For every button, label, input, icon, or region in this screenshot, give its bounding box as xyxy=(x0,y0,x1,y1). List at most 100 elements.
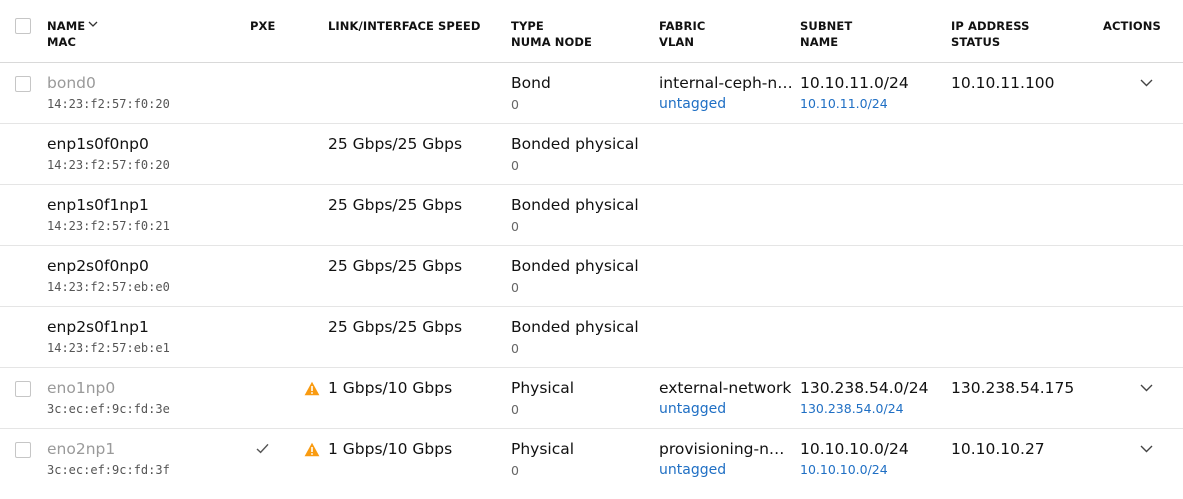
ip-address: 10.10.11.100 xyxy=(951,74,1055,92)
speed-cell: 25 Gbps/25 Gbps xyxy=(328,195,503,215)
ip-cell: 10.10.11.100 xyxy=(951,73,1096,93)
interface-type: Bonded physical xyxy=(511,196,639,214)
speed-cell: 25 Gbps/25 Gbps xyxy=(328,317,503,337)
speed-cell: 25 Gbps/25 Gbps xyxy=(328,256,503,276)
mac-address: 14:23:f2:57:f0:21 xyxy=(47,219,170,233)
header-status: STATUS xyxy=(951,35,1001,49)
numa-node: 0 xyxy=(511,402,519,417)
interface-name: bond0 xyxy=(47,74,96,92)
header-ip-status: IP ADDRESS STATUS xyxy=(951,18,1096,50)
table-row: enp2s0f0np0 14:23:f2:57:eb:e0 25 Gbps/25… xyxy=(0,246,1183,307)
link-speed: 25 Gbps/25 Gbps xyxy=(328,257,463,275)
ip-cell: 130.238.54.175 xyxy=(951,378,1096,398)
subnet-name-link[interactable]: 10.10.11.0/24 xyxy=(800,95,945,113)
row-checkbox[interactable] xyxy=(15,76,31,92)
numa-node: 0 xyxy=(511,97,519,112)
mac-address: 3c:ec:ef:9c:fd:3f xyxy=(47,463,170,477)
fabric-name: internal-ceph-n… xyxy=(659,74,793,92)
interface-type: Bonded physical xyxy=(511,257,639,275)
vlan-link[interactable]: untagged xyxy=(659,461,794,479)
fabric-cell: internal-ceph-n… untagged xyxy=(659,73,794,113)
check-icon xyxy=(256,443,269,454)
interface-name: eno1np0 xyxy=(47,379,116,397)
speed-cell: 25 Gbps/25 Gbps xyxy=(328,134,503,154)
mac-address: 14:23:f2:57:f0:20 xyxy=(47,158,170,172)
numa-node: 0 xyxy=(511,219,519,234)
chevron-down-icon[interactable] xyxy=(1140,384,1153,392)
name-cell: enp2s0f1np1 14:23:f2:57:eb:e1 xyxy=(47,317,247,356)
table-row: enp2s0f1np1 14:23:f2:57:eb:e1 25 Gbps/25… xyxy=(0,307,1183,368)
warning-icon xyxy=(304,442,320,457)
link-speed: 25 Gbps/25 Gbps xyxy=(328,135,463,153)
interface-type: Bonded physical xyxy=(511,135,639,153)
table-row: eno2np1 3c:ec:ef:9c:fd:3f 1 Gbps/10 Gbps… xyxy=(0,429,1183,490)
mac-address: 14:23:f2:57:eb:e1 xyxy=(47,341,170,355)
fabric-cell: provisioning-n… untagged xyxy=(659,439,794,479)
type-cell: Bonded physical 0 xyxy=(511,317,656,357)
header-type-numa: TYPE NUMA NODE xyxy=(511,18,656,50)
chevron-down-icon[interactable] xyxy=(88,19,98,29)
interface-name: enp1s0f0np0 xyxy=(47,135,149,153)
table-row: eno1np0 3c:ec:ef:9c:fd:3e 1 Gbps/10 Gbps… xyxy=(0,368,1183,429)
header-ip: IP ADDRESS xyxy=(951,19,1030,33)
row-checkbox[interactable] xyxy=(15,442,31,458)
table-row: enp1s0f0np0 14:23:f2:57:f0:20 25 Gbps/25… xyxy=(0,124,1183,185)
interface-type: Bonded physical xyxy=(511,318,639,336)
header-fabric: FABRIC xyxy=(659,19,706,33)
interface-name: enp1s0f1np1 xyxy=(47,196,149,214)
header-subnet-name-label: NAME xyxy=(800,35,839,49)
interface-name: enp2s0f1np1 xyxy=(47,318,149,336)
network-interfaces-table: NAME MAC PXE LINK/INTERFACE SPEED TYPE N… xyxy=(0,0,1183,490)
vlan-link[interactable]: untagged xyxy=(659,95,794,113)
table-row: enp1s0f1np1 14:23:f2:57:f0:21 25 Gbps/25… xyxy=(0,185,1183,246)
type-cell: Bond 0 xyxy=(511,73,656,113)
subnet: 130.238.54.0/24 xyxy=(800,379,929,397)
fabric-name: provisioning-n… xyxy=(659,440,785,458)
subnet: 10.10.10.0/24 xyxy=(800,440,909,458)
chevron-down-icon[interactable] xyxy=(1140,79,1153,87)
subnet-cell: 10.10.11.0/24 10.10.11.0/24 xyxy=(800,73,945,113)
numa-node: 0 xyxy=(511,280,519,295)
row-checkbox[interactable] xyxy=(15,381,31,397)
header-type: TYPE xyxy=(511,19,544,33)
vlan-link[interactable]: untagged xyxy=(659,400,794,418)
header-subnet-name: SUBNET NAME xyxy=(800,18,945,50)
interface-type: Physical xyxy=(511,379,575,397)
warning-icon xyxy=(304,381,320,396)
link-speed: 1 Gbps/10 Gbps xyxy=(328,440,453,458)
interface-type: Physical xyxy=(511,440,575,458)
numa-node: 0 xyxy=(511,341,519,356)
header-mac: MAC xyxy=(47,35,77,49)
type-cell: Physical 0 xyxy=(511,378,656,418)
link-speed: 25 Gbps/25 Gbps xyxy=(328,318,463,336)
subnet-cell: 130.238.54.0/24 130.238.54.0/24 xyxy=(800,378,945,418)
header-name[interactable]: NAME xyxy=(47,19,85,33)
numa-node: 0 xyxy=(511,158,519,173)
name-cell: enp1s0f1np1 14:23:f2:57:f0:21 xyxy=(47,195,247,234)
subnet: 10.10.11.0/24 xyxy=(800,74,909,92)
subnet-cell: 10.10.10.0/24 10.10.10.0/24 xyxy=(800,439,945,479)
ip-cell: 10.10.10.27 xyxy=(951,439,1096,459)
table-header: NAME MAC PXE LINK/INTERFACE SPEED TYPE N… xyxy=(0,0,1183,63)
header-name-mac[interactable]: NAME MAC xyxy=(47,18,247,50)
name-cell: enp2s0f0np0 14:23:f2:57:eb:e0 xyxy=(47,256,247,295)
numa-node: 0 xyxy=(511,463,519,478)
subnet-name-link[interactable]: 10.10.10.0/24 xyxy=(800,461,945,479)
fabric-name: external-network xyxy=(659,379,792,397)
header-speed: LINK/INTERFACE SPEED xyxy=(328,19,481,33)
chevron-down-icon[interactable] xyxy=(1140,445,1153,453)
link-speed: 25 Gbps/25 Gbps xyxy=(328,196,463,214)
table-row: bond0 14:23:f2:57:f0:20 Bond 0 internal-… xyxy=(0,63,1183,124)
select-all-checkbox[interactable] xyxy=(15,18,31,34)
interface-name: eno2np1 xyxy=(47,440,116,458)
ip-address: 130.238.54.175 xyxy=(951,379,1075,397)
mac-address: 14:23:f2:57:f0:20 xyxy=(47,97,170,111)
link-speed: 1 Gbps/10 Gbps xyxy=(328,379,453,397)
ip-address: 10.10.10.27 xyxy=(951,440,1045,458)
header-numa: NUMA NODE xyxy=(511,35,593,49)
mac-address: 3c:ec:ef:9c:fd:3e xyxy=(47,402,170,416)
name-cell: enp1s0f0np0 14:23:f2:57:f0:20 xyxy=(47,134,247,173)
name-cell: eno2np1 3c:ec:ef:9c:fd:3f xyxy=(47,439,247,478)
speed-cell: 1 Gbps/10 Gbps xyxy=(328,439,503,459)
subnet-name-link[interactable]: 130.238.54.0/24 xyxy=(800,400,945,418)
